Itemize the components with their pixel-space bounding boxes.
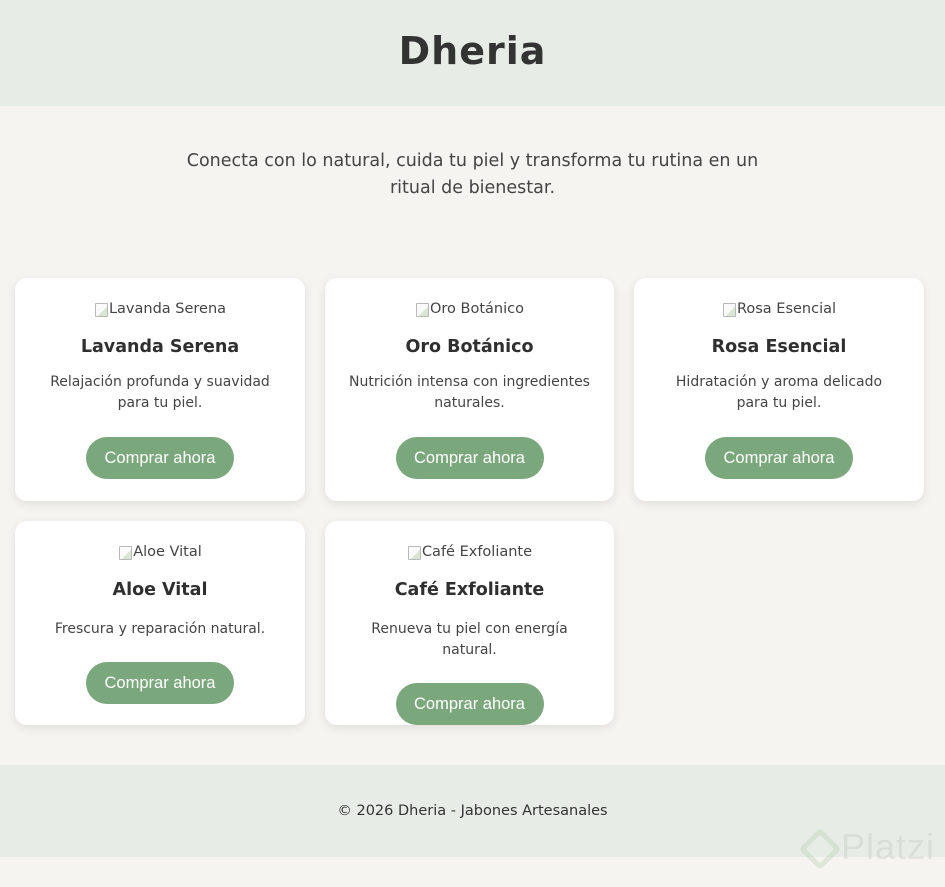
product-description: Renueva tu piel con energía natural. — [371, 621, 568, 658]
buy-now-button[interactable]: Comprar ahora — [86, 437, 234, 479]
product-image: Café Exfoliante — [407, 541, 532, 563]
product-image: Lavanda Serena — [94, 298, 226, 320]
product-name: Café Exfoliante — [394, 580, 545, 600]
product-name: Aloe Vital — [112, 580, 208, 600]
product-image-alt: Oro Botánico — [430, 301, 524, 317]
product-image-alt: Aloe Vital — [133, 544, 202, 560]
product-image-alt: Rosa Esencial — [736, 301, 837, 317]
product-name: Lavanda Serena — [80, 337, 240, 357]
product-card: Rosa Esencial Rosa Esencial Hidratación … — [634, 278, 924, 501]
buy-now-button[interactable]: Comprar ahora — [395, 683, 544, 725]
broken-image-icon — [407, 544, 421, 560]
tagline: Conecta con lo natural, cuida tu piel y … — [186, 151, 759, 198]
product-image-alt: Lavanda Serena — [108, 301, 227, 317]
product-description: Relajación profunda y suavidad para tu p… — [50, 374, 270, 411]
watermark-text: Platzi — [840, 826, 935, 867]
buy-now-button[interactable]: Comprar ahora — [705, 437, 853, 479]
product-image: Oro Botánico — [415, 298, 524, 320]
footer-copyright: © 2026 Dheria - Jabones Artesanales — [337, 803, 608, 819]
product-card: Aloe Vital Aloe Vital Frescura y reparac… — [15, 521, 305, 725]
product-image: Rosa Esencial — [722, 298, 836, 320]
product-image-alt: Café Exfoliante — [421, 544, 533, 560]
product-card: Lavanda Serena Lavanda Serena Relajación… — [15, 278, 305, 501]
buy-now-button[interactable]: Comprar ahora — [86, 662, 234, 704]
platzi-watermark: Platzi — [799, 826, 935, 868]
product-description: Nutrición intensa con ingredientes natur… — [349, 374, 590, 411]
broken-image-icon — [94, 301, 108, 317]
site-title: Dheria — [398, 29, 547, 73]
buy-now-button[interactable]: Comprar ahora — [395, 437, 544, 479]
site-header: Dheria — [0, 0, 945, 106]
product-image: Aloe Vital — [118, 541, 202, 563]
product-name: Rosa Esencial — [711, 337, 847, 357]
product-description: Hidratación y aroma delicado para tu pie… — [675, 374, 883, 411]
product-name: Oro Botánico — [405, 337, 534, 357]
broken-image-icon — [118, 544, 133, 560]
broken-image-icon — [722, 301, 736, 317]
product-grid: Lavanda Serena Lavanda Serena Relajación… — [15, 278, 924, 725]
platzi-logo-icon — [799, 830, 833, 864]
product-card: Café Exfoliante Café Exfoliante Renueva … — [325, 521, 614, 725]
product-description: Frescura y reparación natural. — [54, 621, 266, 637]
product-card: Oro Botánico Oro Botánico Nutrición inte… — [325, 278, 614, 501]
broken-image-icon — [415, 301, 429, 317]
